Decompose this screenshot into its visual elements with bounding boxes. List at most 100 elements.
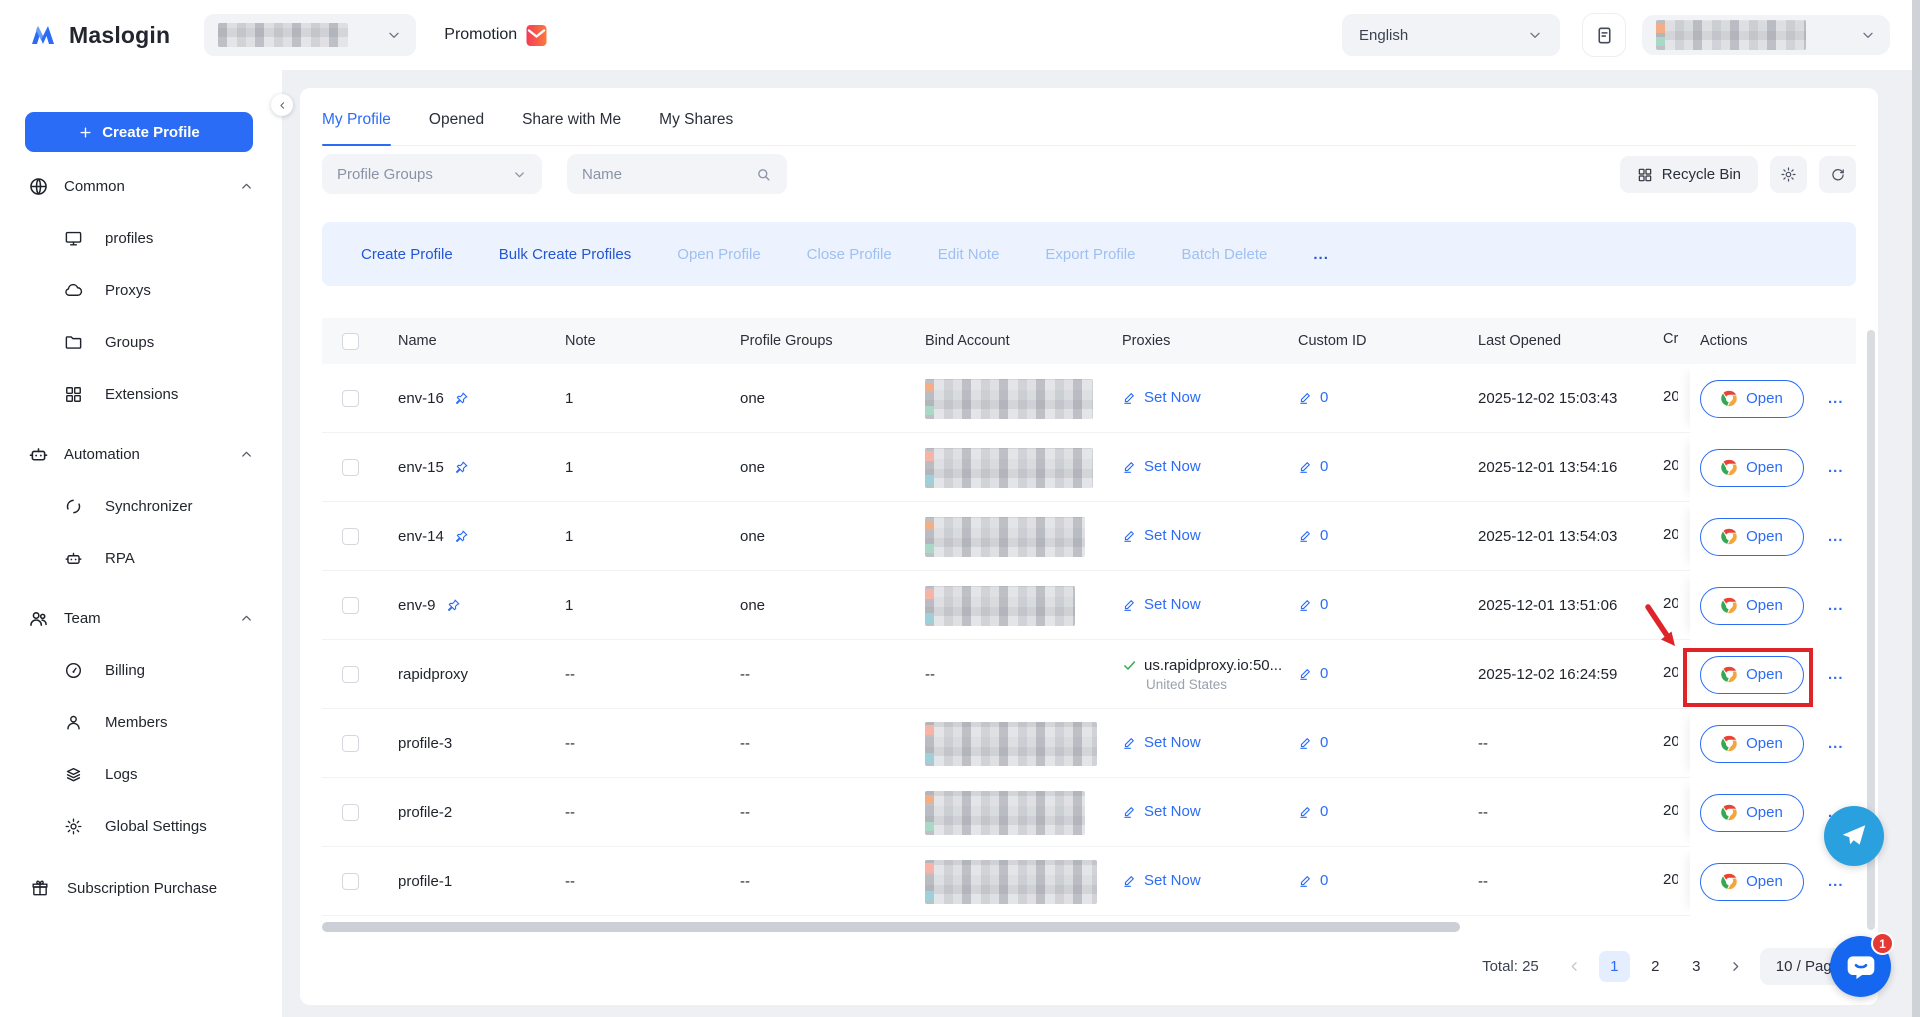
sidebar-item-logs[interactable]: Logs bbox=[0, 748, 282, 800]
last-opened-cell: 2025-12-01 13:54:16 bbox=[1478, 459, 1663, 476]
action-more-button[interactable]: ... bbox=[1313, 246, 1329, 263]
group-cell: one bbox=[740, 597, 925, 614]
set-proxy-link[interactable]: Set Now bbox=[1122, 527, 1201, 544]
action-create-profile[interactable]: Create Profile bbox=[361, 246, 453, 263]
select-all-checkbox[interactable] bbox=[342, 333, 359, 350]
page-1-button[interactable]: 1 bbox=[1599, 951, 1630, 982]
sidebar-item-subscription-purchase[interactable]: Subscription Purchase bbox=[0, 862, 282, 914]
custom-id-edit[interactable]: 0 bbox=[1298, 734, 1328, 751]
recycle-bin-button[interactable]: Recycle Bin bbox=[1620, 156, 1758, 193]
pencil-icon bbox=[1298, 390, 1313, 405]
open-profile-button[interactable]: Open bbox=[1700, 380, 1804, 418]
created-truncated: 20 bbox=[1663, 871, 1678, 888]
person-icon bbox=[64, 713, 83, 732]
set-proxy-link[interactable]: Set Now bbox=[1122, 872, 1201, 889]
cloud-icon bbox=[64, 281, 83, 300]
row-checkbox[interactable] bbox=[342, 459, 359, 476]
open-profile-button[interactable]: Open bbox=[1700, 794, 1804, 832]
telegram-button[interactable] bbox=[1824, 806, 1884, 866]
tab-bar: My Profile Opened Share with Me My Share… bbox=[322, 94, 1856, 146]
search-icon[interactable] bbox=[755, 166, 772, 183]
sidebar-item-synchronizer[interactable]: Synchronizer bbox=[0, 480, 282, 532]
promotion-link[interactable]: Promotion bbox=[444, 24, 547, 47]
window-scrollbar[interactable] bbox=[1912, 0, 1920, 1017]
custom-id-edit[interactable]: 0 bbox=[1298, 803, 1328, 820]
profile-groups-select[interactable]: Profile Groups bbox=[322, 154, 542, 194]
sidebar-group-common[interactable]: Common bbox=[0, 160, 282, 212]
sidebar-item-rpa[interactable]: RPA bbox=[0, 532, 282, 584]
chat-widget-button[interactable]: 1 bbox=[1830, 936, 1891, 997]
row-checkbox[interactable] bbox=[342, 390, 359, 407]
sidebar-group-team[interactable]: Team bbox=[0, 592, 282, 644]
row-more-button[interactable]: ... bbox=[1828, 459, 1844, 476]
name-search-input[interactable] bbox=[582, 166, 742, 183]
workspace-selector[interactable] bbox=[204, 14, 416, 56]
tab-my-profile[interactable]: My Profile bbox=[322, 94, 391, 145]
row-more-button[interactable]: ... bbox=[1828, 873, 1844, 890]
custom-id-edit[interactable]: 0 bbox=[1298, 527, 1328, 544]
prev-page-button[interactable] bbox=[1561, 952, 1589, 980]
row-checkbox[interactable] bbox=[342, 666, 359, 683]
language-selector[interactable]: English bbox=[1342, 14, 1560, 56]
sidebar-item-profiles[interactable]: profiles bbox=[0, 212, 282, 264]
custom-id-edit[interactable]: 0 bbox=[1298, 872, 1328, 889]
action-bulk-create-profiles[interactable]: Bulk Create Profiles bbox=[499, 246, 632, 263]
note-cell: -- bbox=[565, 735, 740, 752]
sidebar-item-billing[interactable]: Billing bbox=[0, 644, 282, 696]
table-row: env-16 1 one Set Now 0 2025-12-02 15:03:… bbox=[322, 364, 1856, 433]
table-horizontal-scrollbar[interactable] bbox=[322, 922, 1460, 932]
open-profile-button[interactable]: Open bbox=[1700, 449, 1804, 487]
sidebar-collapse-button[interactable] bbox=[271, 94, 293, 116]
refresh-button[interactable] bbox=[1819, 156, 1856, 193]
chevron-left-icon bbox=[277, 100, 288, 111]
annotation-highlight-box bbox=[1683, 648, 1813, 707]
pencil-icon bbox=[1298, 873, 1313, 888]
row-checkbox[interactable] bbox=[342, 597, 359, 614]
sidebar-item-members[interactable]: Members bbox=[0, 696, 282, 748]
page-2-button[interactable]: 2 bbox=[1640, 951, 1671, 982]
row-checkbox[interactable] bbox=[342, 735, 359, 752]
custom-id-edit[interactable]: 0 bbox=[1298, 389, 1328, 406]
create-profile-button[interactable]: Create Profile bbox=[25, 112, 253, 152]
open-profile-button[interactable]: Open bbox=[1700, 518, 1804, 556]
pin-icon[interactable] bbox=[453, 529, 469, 545]
open-profile-button[interactable]: Open bbox=[1700, 725, 1804, 763]
group-cell: one bbox=[740, 459, 925, 476]
row-more-button[interactable]: ... bbox=[1828, 666, 1844, 683]
sidebar-group-automation[interactable]: Automation bbox=[0, 428, 282, 480]
tab-my-shares[interactable]: My Shares bbox=[659, 94, 733, 145]
set-proxy-link[interactable]: Set Now bbox=[1122, 458, 1201, 475]
set-proxy-link[interactable]: Set Now bbox=[1122, 389, 1201, 406]
column-settings-button[interactable] bbox=[1770, 156, 1807, 193]
page-3-button[interactable]: 3 bbox=[1681, 951, 1712, 982]
sidebar-item-extensions[interactable]: Extensions bbox=[0, 368, 282, 420]
row-more-button[interactable]: ... bbox=[1828, 528, 1844, 545]
pin-icon[interactable] bbox=[445, 598, 461, 614]
row-checkbox[interactable] bbox=[342, 873, 359, 890]
tab-share-with-me[interactable]: Share with Me bbox=[522, 94, 621, 145]
name-search bbox=[567, 154, 787, 194]
open-profile-button[interactable]: Open bbox=[1700, 863, 1804, 901]
open-profile-button[interactable]: Open bbox=[1700, 587, 1804, 625]
docs-button[interactable] bbox=[1582, 13, 1626, 57]
pin-icon[interactable] bbox=[453, 460, 469, 476]
set-proxy-link[interactable]: Set Now bbox=[1122, 803, 1201, 820]
account-menu[interactable] bbox=[1642, 15, 1890, 55]
row-more-button[interactable]: ... bbox=[1828, 735, 1844, 752]
pin-icon[interactable] bbox=[453, 391, 469, 407]
set-proxy-link[interactable]: Set Now bbox=[1122, 596, 1201, 613]
row-more-button[interactable]: ... bbox=[1828, 597, 1844, 614]
custom-id-edit[interactable]: 0 bbox=[1298, 665, 1328, 682]
sidebar-item-global-settings[interactable]: Global Settings bbox=[0, 800, 282, 852]
sidebar-item-groups[interactable]: Groups bbox=[0, 316, 282, 368]
custom-id-edit[interactable]: 0 bbox=[1298, 596, 1328, 613]
col-profile-groups: Profile Groups bbox=[740, 333, 925, 349]
row-checkbox[interactable] bbox=[342, 804, 359, 821]
tab-opened[interactable]: Opened bbox=[429, 94, 484, 145]
custom-id-edit[interactable]: 0 bbox=[1298, 458, 1328, 475]
set-proxy-link[interactable]: Set Now bbox=[1122, 734, 1201, 751]
next-page-button[interactable] bbox=[1722, 952, 1750, 980]
row-checkbox[interactable] bbox=[342, 528, 359, 545]
row-more-button[interactable]: ... bbox=[1828, 390, 1844, 407]
sidebar-item-proxys[interactable]: Proxys bbox=[0, 264, 282, 316]
